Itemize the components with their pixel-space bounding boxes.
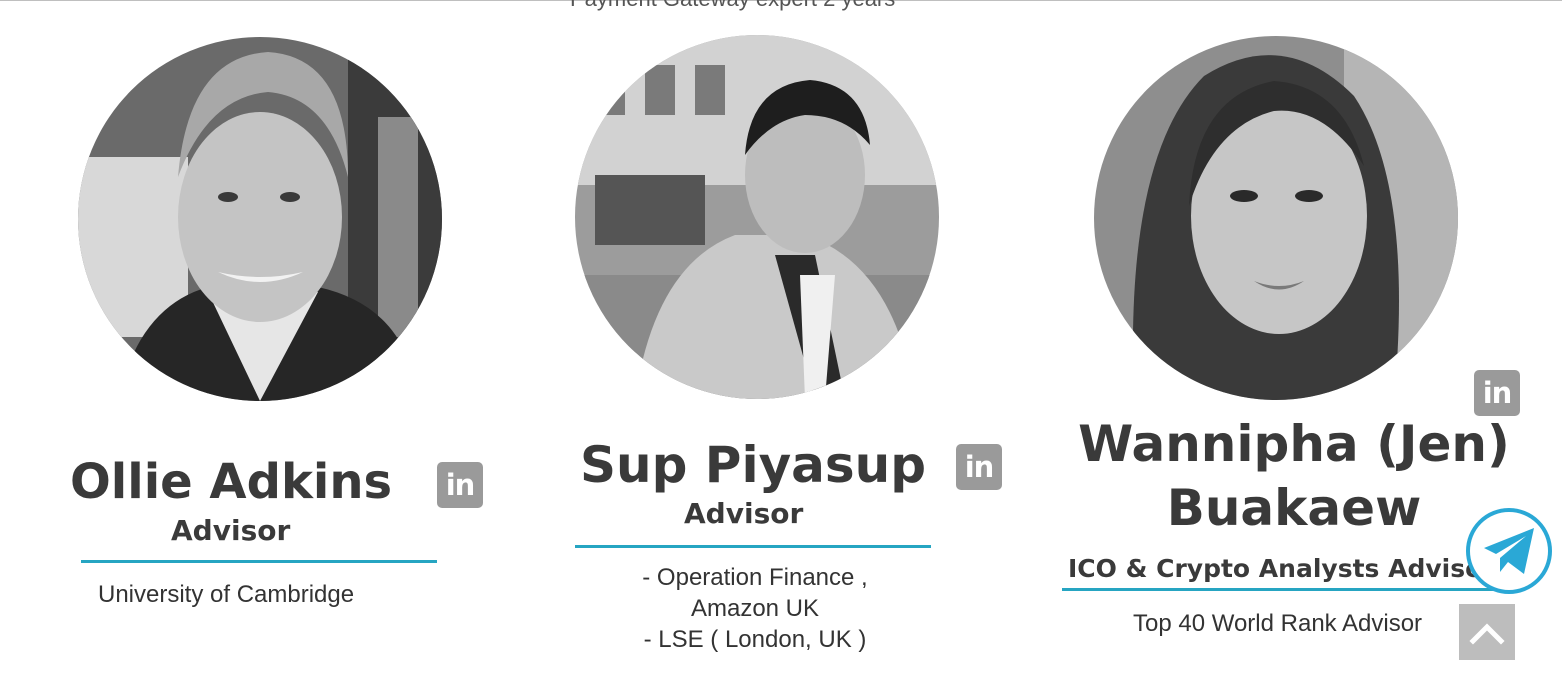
advisor-role: ICO & Crypto Analysts Advisor: [1068, 554, 1495, 583]
previous-advisor-description: Payment Gateway expert 2 years: [570, 0, 895, 12]
advisor-role: Advisor: [684, 497, 804, 530]
advisor-name: Ollie Adkins: [70, 454, 393, 510]
advisor-role: Advisor: [171, 514, 291, 547]
telegram-button[interactable]: [1466, 508, 1552, 594]
advisor-description: University of Cambridge: [98, 579, 354, 610]
advisor-description: - Operation Finance , Amazon UK - LSE ( …: [620, 562, 890, 655]
advisor-photo-wannipha: [1094, 36, 1458, 400]
description-line: - Operation Finance ,: [642, 564, 868, 591]
advisor-name: Sup Piyasup: [580, 436, 927, 494]
advisor-name-line: Buakaew: [1166, 479, 1422, 537]
advisor-divider: [575, 545, 931, 548]
advisor-description: Top 40 World Rank Advisor: [1133, 608, 1422, 639]
advisor-photo-ollie: [78, 37, 442, 401]
advisor-divider: [1062, 588, 1502, 591]
linkedin-icon[interactable]: in: [1474, 370, 1520, 416]
description-line: University of Cambridge: [98, 581, 355, 608]
description-line: Amazon UK: [690, 595, 820, 622]
advisor-name: Wannipha (Jen) Buakaew: [1068, 412, 1520, 540]
chevron-up-icon: [1469, 623, 1505, 645]
advisor-name-line: Wannipha (Jen): [1078, 415, 1510, 473]
description-line: Top 40 World Rank Advisor: [1133, 610, 1423, 637]
description-line: - LSE ( London, UK ): [643, 626, 867, 653]
linkedin-icon[interactable]: in: [956, 444, 1002, 490]
scroll-to-top-button[interactable]: [1459, 604, 1515, 660]
advisor-divider: [81, 560, 437, 563]
linkedin-icon[interactable]: in: [437, 462, 483, 508]
advisor-photo-sup: [575, 35, 939, 399]
telegram-icon: [1484, 528, 1534, 574]
